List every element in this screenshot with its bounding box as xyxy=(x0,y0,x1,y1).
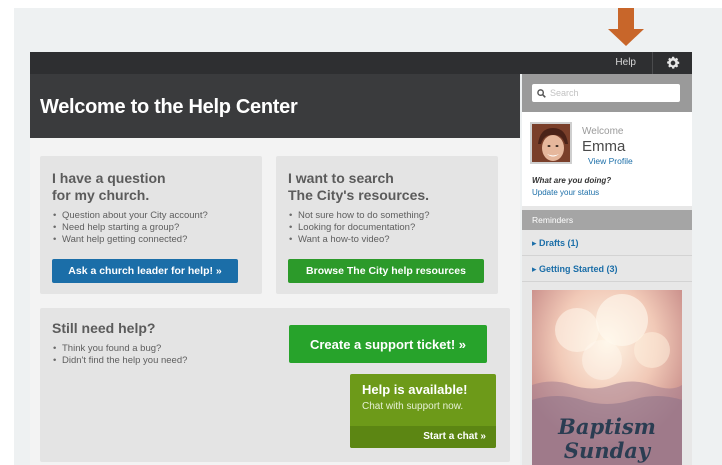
right-sidebar: Search Welcome Emma View Profile What ar… xyxy=(522,74,692,465)
profile-panel: Welcome Emma View Profile What are you d… xyxy=(522,112,692,206)
settings-button[interactable] xyxy=(652,52,692,74)
list-item: Want help getting connected? xyxy=(52,234,262,246)
reminders-header: Reminders xyxy=(522,210,692,230)
update-status-link[interactable]: Update your status xyxy=(532,188,599,197)
start-chat-label: Start a chat » xyxy=(423,431,486,442)
search-card-title-line2: The City's resources. xyxy=(288,187,430,203)
top-navigation-bar: Help xyxy=(30,52,692,74)
pointer-arrow-shaft xyxy=(618,8,634,30)
list-item: Not sure how to do something? xyxy=(288,210,498,222)
gear-icon xyxy=(666,56,679,69)
welcome-banner: Welcome to the Help Center xyxy=(30,74,520,138)
help-link[interactable]: Help xyxy=(615,57,636,68)
browse-help-resources-button[interactable]: Browse The City help resources xyxy=(288,259,484,283)
pointer-arrow-icon xyxy=(608,29,644,46)
list-item: Need help starting a group? xyxy=(52,222,262,234)
baptism-promo-image[interactable]: Baptism Sunday xyxy=(532,290,682,465)
search-resources-card: I want to search The City's resources. N… xyxy=(276,156,498,294)
reminder-text: Getting Started (3) xyxy=(539,264,618,274)
list-item: Want a how-to video? xyxy=(288,234,498,246)
chat-title: Help is available! xyxy=(362,382,468,397)
avatar-photo xyxy=(532,124,570,162)
main-content: I have a question for my church. Questio… xyxy=(30,138,520,465)
promo-line2: Sunday xyxy=(563,438,651,463)
search-card-title-line1: I want to search xyxy=(288,170,394,186)
still-need-help-card: Still need help? Think you found a bug? … xyxy=(40,308,510,462)
promo-line1: Baptism xyxy=(558,414,656,439)
search-input[interactable]: Search xyxy=(532,84,680,102)
create-support-ticket-button[interactable]: Create a support ticket! » xyxy=(289,325,487,363)
church-question-card: I have a question for my church. Questio… xyxy=(40,156,262,294)
chat-support-box[interactable]: Help is available! Chat with support now… xyxy=(350,374,496,448)
sidebar-search-area: Search xyxy=(522,74,692,112)
user-name: Emma xyxy=(582,138,626,155)
start-chat-button[interactable]: Start a chat » xyxy=(350,426,496,448)
search-card-bullets: Not sure how to do something? Looking fo… xyxy=(288,210,498,246)
church-card-bullets: Question about your City account? Need h… xyxy=(52,210,262,246)
reminders-title: Reminders xyxy=(532,215,574,225)
list-item: Question about your City account? xyxy=(52,210,262,222)
list-item: Looking for documentation? xyxy=(288,222,498,234)
page-title: Welcome to the Help Center xyxy=(40,96,298,118)
chat-subtitle: Chat with support now. xyxy=(362,401,464,412)
ask-church-leader-button[interactable]: Ask a church leader for help! » xyxy=(52,259,238,283)
church-card-title-line2: for my church. xyxy=(52,187,150,203)
reminder-label: ▸ Getting Started (3) xyxy=(532,264,618,274)
welcome-label: Welcome xyxy=(582,126,624,137)
view-profile-link[interactable]: View Profile xyxy=(588,156,633,166)
reminder-item-drafts[interactable]: ▸ Drafts (1) xyxy=(522,230,692,256)
search-card-title: I want to search The City's resources. xyxy=(288,170,498,204)
avatar[interactable] xyxy=(530,122,572,164)
church-card-title: I have a question for my church. xyxy=(52,170,262,204)
church-card-title-line1: I have a question xyxy=(52,170,166,186)
reminder-text: Drafts (1) xyxy=(539,238,579,248)
status-prompt: What are you doing? xyxy=(532,176,612,185)
search-icon xyxy=(537,88,546,98)
search-placeholder: Search xyxy=(550,88,579,98)
reminder-item-getting-started[interactable]: ▸ Getting Started (3) xyxy=(522,256,692,282)
reminder-label: ▸ Drafts (1) xyxy=(532,238,579,248)
